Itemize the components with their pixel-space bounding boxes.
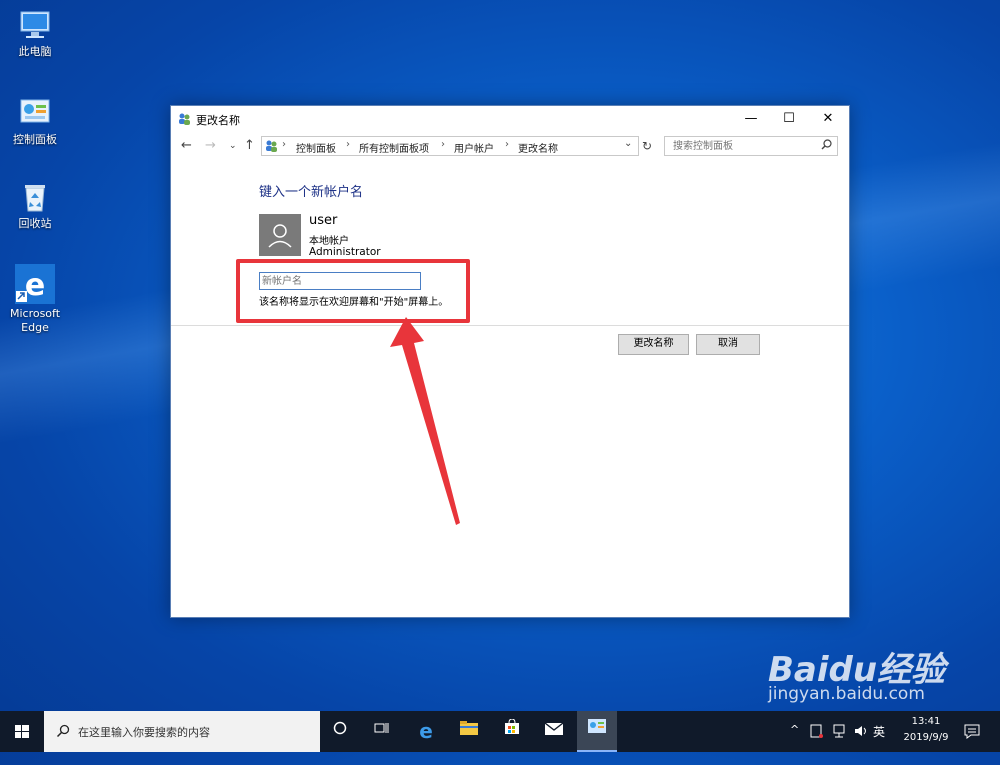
- recycle-bin-icon: [18, 180, 52, 214]
- window-title: 更改名称: [196, 114, 240, 127]
- store-bag-icon: [505, 718, 519, 734]
- svg-text:e: e: [25, 268, 45, 303]
- control-panel-small-icon: [265, 139, 278, 155]
- search-input[interactable]: [671, 137, 815, 155]
- clock-date: 2019/9/9: [903, 732, 949, 743]
- account-role: Administrator: [309, 246, 381, 258]
- breadcrumb-separator-icon: ›: [282, 139, 286, 150]
- search-icon: [56, 724, 70, 741]
- cancel-button[interactable]: 取消: [696, 334, 760, 355]
- clock-time: 13:41: [911, 716, 941, 727]
- breadcrumb-separator-icon: ›: [346, 139, 350, 150]
- account-type: 本地帐户: [309, 236, 349, 247]
- task-view-icon: [374, 723, 389, 733]
- rename-button[interactable]: 更改名称: [618, 334, 689, 355]
- start-button[interactable]: [0, 711, 44, 752]
- network-icon[interactable]: [832, 724, 846, 765]
- back-arrow-icon[interactable]: ←: [181, 138, 192, 153]
- user-icon: [268, 224, 292, 248]
- taskbar-control-panel-button[interactable]: [577, 711, 617, 752]
- address-bar[interactable]: › 控制面板 › 所有控制面板项 › 用户帐户 › 更改名称 ⌄: [261, 136, 639, 156]
- taskbar-search-text: 在这里输入你要搜索的内容: [78, 726, 210, 739]
- desktop-icon-label: Microsoft Edge: [9, 307, 61, 334]
- computer-icon: [18, 8, 52, 42]
- task-view-button[interactable]: [362, 711, 402, 752]
- taskbar-store-button[interactable]: [492, 711, 532, 752]
- rename-account-window: 更改名称 — ☐ ✕ ← → ⌄ ↑ › 控制面板 › 所有控制面板项 › 用户…: [170, 105, 850, 618]
- divider: [171, 325, 849, 326]
- desktop-icon-label: 回收站: [18, 217, 52, 230]
- page-heading: 键入一个新帐户名: [259, 185, 364, 200]
- search-icon[interactable]: [821, 139, 832, 153]
- cortana-circle-icon: [333, 721, 347, 735]
- input-method-indicator[interactable]: 英: [873, 723, 885, 764]
- annotation-arrow-icon: [390, 317, 460, 525]
- desktop-icon-edge[interactable]: e Microsoft Edge: [5, 264, 65, 335]
- desktop-icon-recycle-bin[interactable]: 回收站: [5, 180, 65, 231]
- volume-icon[interactable]: [854, 724, 868, 765]
- taskbar-mail-button[interactable]: [534, 711, 574, 752]
- desktop-icon-label: 控制面板: [13, 133, 57, 146]
- control-panel-icon: [18, 96, 52, 130]
- taskbar-edge-button[interactable]: e: [406, 711, 446, 752]
- minimize-button[interactable]: —: [732, 106, 770, 132]
- title-bar[interactable]: 更改名称 — ☐ ✕: [171, 106, 849, 132]
- breadcrumb-rename[interactable]: 更改名称: [518, 140, 558, 155]
- desktop-icon-control-panel[interactable]: 控制面板: [5, 96, 65, 147]
- close-button[interactable]: ✕: [809, 106, 847, 132]
- baidu-watermark-url: jingyan.baidu.com: [768, 684, 925, 704]
- maximize-button[interactable]: ☐: [770, 106, 808, 132]
- breadcrumb-separator-icon: ›: [505, 139, 509, 150]
- edge-icon: e: [419, 719, 433, 743]
- recent-dropdown-icon[interactable]: ⌄: [229, 141, 237, 151]
- breadcrumb-control-panel[interactable]: 控制面板: [296, 140, 336, 155]
- refresh-icon[interactable]: ↻: [642, 139, 652, 153]
- desktop-icon-label: 此电脑: [18, 45, 52, 58]
- up-arrow-icon[interactable]: ↑: [244, 138, 255, 153]
- address-dropdown-icon[interactable]: ⌄: [624, 138, 632, 149]
- breadcrumb-separator-icon: ›: [441, 139, 445, 150]
- notification-center-icon[interactable]: [964, 724, 980, 765]
- annotation-highlight-box: [236, 259, 470, 323]
- control-panel-icon: [588, 719, 606, 733]
- taskbar-file-explorer-button[interactable]: [449, 711, 489, 752]
- mail-icon: [544, 722, 564, 735]
- users-icon: [178, 112, 191, 125]
- user-name: user: [309, 213, 338, 228]
- taskbar: 在这里输入你要搜索的内容 e ^ 英 13:41 2019/9/9: [0, 711, 1000, 752]
- address-row: ← → ⌄ ↑ › 控制面板 › 所有控制面板项 › 用户帐户 › 更改名称 ⌄…: [171, 132, 849, 160]
- windows-logo-icon: [15, 725, 29, 738]
- wifi-status-icon[interactable]: [810, 724, 824, 765]
- show-hidden-icons-button[interactable]: ^: [790, 723, 799, 764]
- edge-icon: e: [15, 264, 55, 304]
- forward-arrow-icon[interactable]: →: [205, 138, 216, 153]
- search-box[interactable]: [664, 136, 838, 156]
- breadcrumb-user-accounts[interactable]: 用户帐户: [454, 140, 494, 155]
- desktop-icon-this-pc[interactable]: 此电脑: [5, 8, 65, 59]
- breadcrumb-all-items[interactable]: 所有控制面板项: [359, 140, 429, 155]
- avatar: [259, 214, 301, 256]
- taskbar-search-box[interactable]: 在这里输入你要搜索的内容: [44, 711, 320, 752]
- task-view-cortana-button[interactable]: [320, 711, 360, 752]
- system-clock[interactable]: 13:41 2019/9/9: [896, 714, 956, 746]
- folder-icon: [460, 721, 478, 735]
